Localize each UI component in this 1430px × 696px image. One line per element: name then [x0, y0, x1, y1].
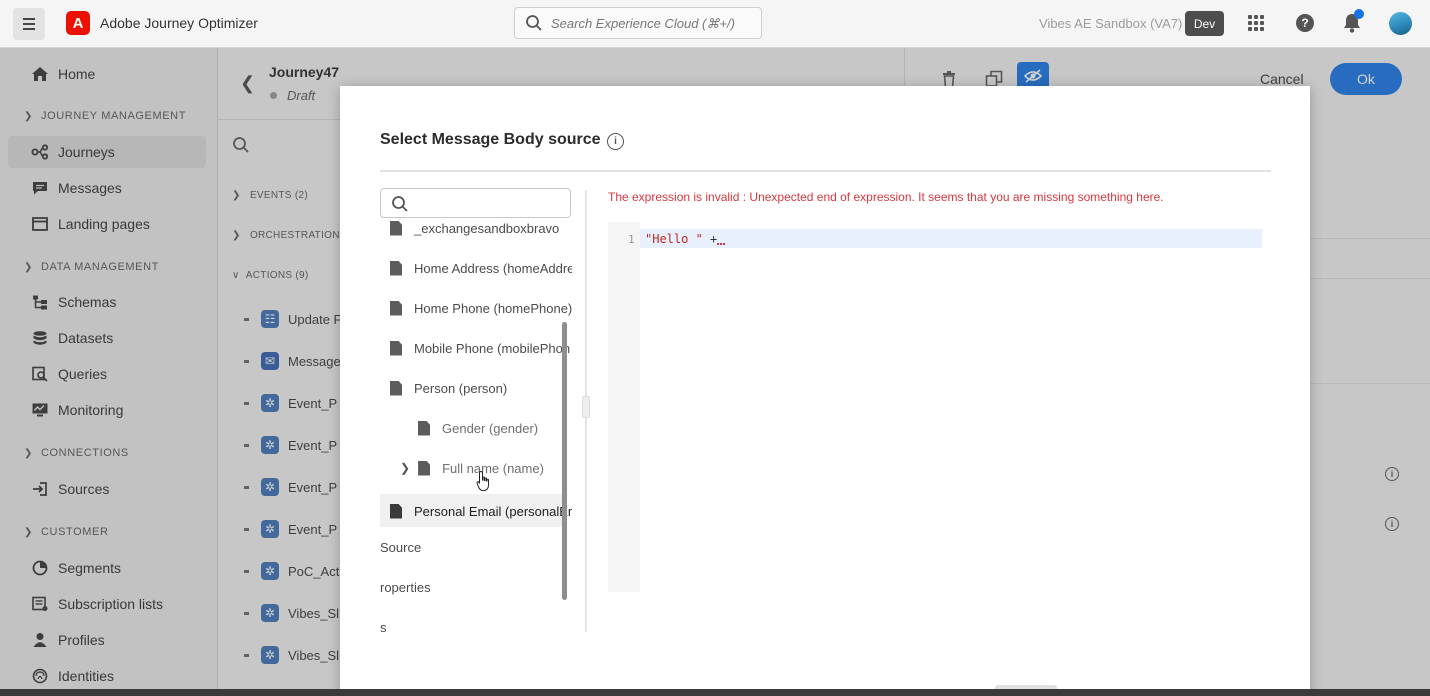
attribute-tree: _exchangesandboxbravo Home Address (home… — [380, 186, 572, 642]
search-placeholder: Search Experience Cloud (⌘+/) — [551, 16, 735, 31]
dialog-title: Select Message Body source — [380, 131, 601, 148]
tree-search-input[interactable] — [380, 188, 571, 218]
tree-item-label: _exchangesandboxbravo — [414, 220, 560, 236]
code-operator: + — [702, 232, 718, 246]
tree-item[interactable]: Home Phone (homePhone) — [390, 296, 572, 320]
hand-cursor-icon — [476, 470, 492, 497]
tree-item[interactable]: Source — [380, 540, 421, 555]
tree-item-label: Full name (name) — [442, 460, 544, 476]
info-icon[interactable]: i — [607, 133, 624, 150]
field-icon — [390, 503, 402, 519]
user-avatar[interactable] — [1389, 12, 1412, 35]
field-icon — [390, 220, 402, 236]
tree-item-label: Home Address (homeAddre — [414, 260, 572, 276]
tree-item-label: Mobile Phone (mobilePhon — [414, 340, 571, 356]
tree-item[interactable]: ❯ Full name (name) — [400, 456, 544, 480]
expression-error-message: The expression is invalid : Unexpected e… — [608, 190, 1164, 204]
notification-badge — [1354, 9, 1364, 19]
tree-item[interactable]: s — [380, 620, 387, 635]
tree-item[interactable]: Person (person) — [390, 376, 507, 400]
field-icon — [418, 420, 430, 436]
current-line-highlight — [640, 229, 1262, 248]
chevron-right-icon[interactable]: ❯ — [400, 461, 410, 475]
app-switcher-icon[interactable] — [1248, 15, 1264, 31]
tree-item-label: Gender (gender) — [442, 420, 539, 436]
app-title[interactable]: Adobe Journey Optimizer — [100, 15, 258, 31]
menu-icon[interactable] — [13, 8, 45, 40]
divider — [380, 170, 1271, 172]
tree-item[interactable]: roperties — [380, 580, 431, 595]
tree-item-label: Home Phone (homePhone) — [414, 300, 572, 316]
field-icon — [390, 340, 402, 356]
tree-item-selected[interactable]: Personal Email (personalEm — [390, 499, 572, 523]
field-icon — [418, 460, 431, 476]
sandbox-name[interactable]: Vibes AE Sandbox (VA7) — [1039, 16, 1182, 31]
tree-item-label: Personal Email (personalEm — [414, 503, 572, 519]
splitter-handle[interactable] — [582, 396, 590, 418]
expression-editor[interactable]: 1 "Hello " + — [608, 222, 1271, 592]
syntax-error-marker — [717, 237, 726, 245]
top-bar: A Adobe Journey Optimizer Search Experie… — [0, 0, 1430, 48]
adobe-logo[interactable]: A — [66, 11, 90, 35]
line-number: 1 — [628, 233, 635, 246]
code-string-literal: "Hello " — [645, 232, 703, 246]
window-bottom-edge — [0, 689, 1430, 696]
field-icon — [390, 260, 402, 276]
tree-item[interactable]: Home Address (homeAddre — [390, 256, 572, 280]
search-icon — [391, 195, 409, 218]
help-icon[interactable]: ? — [1296, 14, 1314, 32]
environment-badge[interactable]: Dev — [1185, 11, 1224, 36]
code-line[interactable]: "Hello " + — [645, 232, 726, 246]
line-gutter — [608, 222, 640, 592]
tree-item[interactable]: Gender (gender) — [418, 416, 538, 440]
global-search-input[interactable]: Search Experience Cloud (⌘+/) — [514, 7, 762, 39]
tree-scrollbar[interactable] — [562, 322, 567, 600]
tree-item[interactable]: Mobile Phone (mobilePhon — [390, 336, 570, 360]
select-message-body-source-dialog: Select Message Body source i _exchangesa… — [340, 86, 1310, 696]
field-icon — [390, 380, 402, 396]
code-area[interactable] — [640, 222, 1271, 592]
tree-item[interactable]: _exchangesandboxbravo — [390, 216, 559, 240]
field-icon — [390, 300, 402, 316]
tree-item-label: Person (person) — [414, 380, 508, 396]
search-icon — [525, 14, 543, 37]
